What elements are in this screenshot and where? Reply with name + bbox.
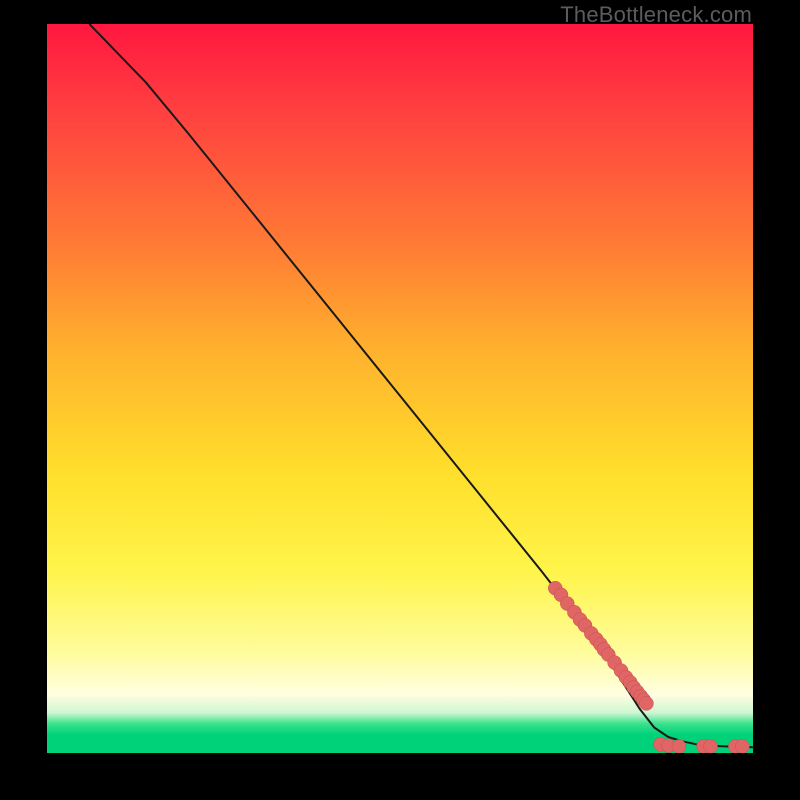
chart-svg: [47, 24, 753, 753]
data-point: [704, 739, 718, 753]
data-point: [735, 739, 749, 753]
plot-area: [47, 24, 753, 753]
chart-root: TheBottleneck.com: [0, 0, 800, 800]
scatter-group: [548, 581, 749, 753]
data-point: [639, 696, 653, 710]
curve-line: [89, 24, 753, 747]
data-point: [672, 739, 686, 753]
